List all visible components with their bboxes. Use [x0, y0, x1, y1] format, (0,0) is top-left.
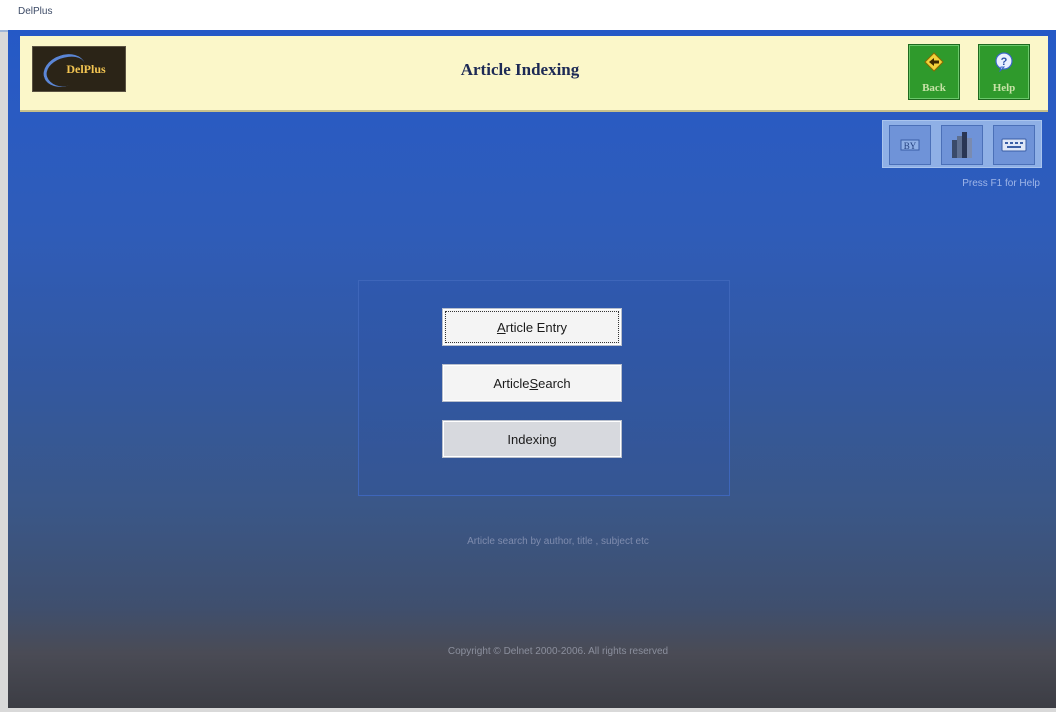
text-tool-button[interactable]: BY — [889, 125, 931, 165]
copyright-notice: Copyright © Delnet 2000-2006. All rights… — [447, 646, 669, 657]
help-button[interactable]: ? Help — [978, 44, 1030, 100]
status-description: Article search by author, title , subjec… — [467, 536, 649, 547]
app-window: DelPlus Article Indexing Back ? Help BY — [8, 30, 1056, 708]
page-title: Article Indexing — [460, 60, 580, 79]
svg-text:BY: BY — [904, 141, 917, 151]
logo-text: DelPlus — [66, 61, 106, 76]
back-button[interactable]: Back — [908, 44, 960, 100]
back-arrow-icon — [924, 52, 944, 72]
article-search-prefix: Article — [493, 375, 530, 391]
keyboard-button[interactable] — [993, 125, 1035, 165]
keyboard-icon — [1001, 138, 1027, 152]
question-icon: ? — [995, 52, 1013, 72]
indexing-button[interactable]: Indexing — [442, 420, 622, 458]
window-title: DelPlus — [18, 6, 53, 17]
help-hint: Press F1 for Help — [962, 178, 1040, 189]
app-logo: DelPlus — [32, 46, 126, 92]
books-icon — [952, 132, 972, 158]
help-label: Help — [992, 82, 1016, 94]
article-entry-rest: rticle Entry — [505, 319, 568, 335]
article-entry-mnemonic: A — [496, 319, 506, 335]
text-tool-icon: BY — [900, 139, 920, 151]
back-label: Back — [922, 82, 946, 94]
books-button[interactable] — [941, 125, 983, 165]
indexing-label: Indexing — [507, 431, 557, 447]
tool-strip: BY — [882, 120, 1042, 168]
article-search-mnemonic: S — [529, 375, 539, 391]
article-search-button[interactable]: Article Search — [442, 364, 622, 402]
svg-text:?: ? — [1001, 56, 1008, 68]
article-entry-button[interactable]: Article Entry — [442, 308, 622, 346]
window-titlebar: DelPlus — [0, 0, 1056, 32]
header-bar: DelPlus Article Indexing Back ? Help — [20, 36, 1048, 112]
article-search-rest: earch — [538, 375, 571, 391]
